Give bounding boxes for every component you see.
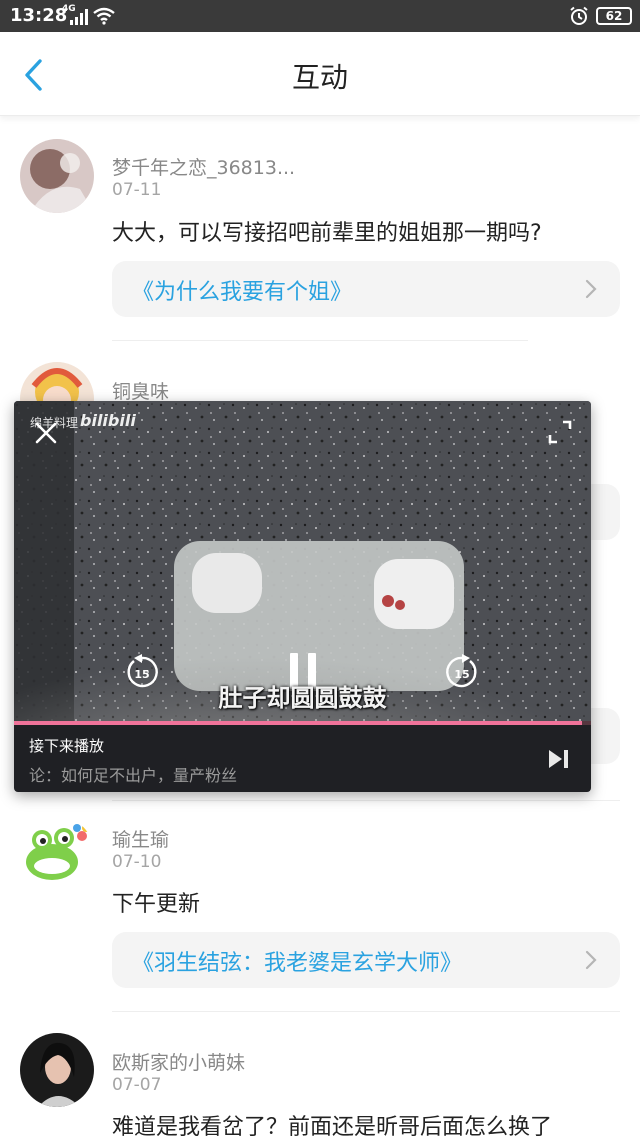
chevron-right-icon [585, 950, 597, 970]
bilibili-logo: bilibili [80, 411, 136, 430]
progress-bar[interactable] [14, 721, 591, 725]
divider [112, 800, 620, 801]
close-icon[interactable] [34, 421, 58, 445]
status-time: 13:28 [10, 5, 68, 26]
article-link-title: 《为什么我要有个姐》 [132, 280, 353, 305]
comment-author[interactable]: 欧斯家的小萌妹 [112, 1048, 245, 1075]
up-next-label: 接下来播放 [29, 737, 105, 755]
article-link-card[interactable]: 《为什么我要有个姐》 [112, 261, 620, 317]
video-subtitle: 肚子却圆圆鼓鼓 [218, 684, 387, 712]
signal-icon [70, 9, 88, 25]
fullscreen-icon[interactable] [547, 419, 573, 445]
comment-text: 难道是我看岔了？前面还是昕哥后面怎么换了 [112, 1115, 553, 1138]
divider [112, 340, 528, 341]
wifi-icon [93, 7, 115, 25]
comment-text: 大大，可以写接招吧前辈里的姐姐那一期吗? [112, 221, 542, 246]
battery-indicator: 62 [596, 7, 632, 25]
nav-bar: 互动 [0, 32, 640, 116]
comment-date: 07-07 [112, 1075, 162, 1095]
comment-date: 07-10 [112, 852, 162, 872]
progress-fill [14, 721, 583, 725]
article-link-title: 《羽生结弦：我老婆是玄学大师》 [132, 951, 463, 976]
comment-text: 下午更新 [112, 892, 201, 917]
comment-date: 07-11 [112, 180, 162, 200]
skip-next-icon[interactable] [547, 748, 571, 770]
avatar[interactable] [20, 816, 94, 890]
chevron-right-icon [585, 279, 597, 299]
alarm-icon [570, 6, 588, 25]
floating-video-player[interactable]: 绵羊料理 bilibili 15 15 肚子却圆圆鼓鼓 接下来播放 论：如何足不… [14, 401, 591, 792]
status-bar: 13:28 4G 62 [0, 0, 640, 32]
comment-author[interactable]: 梦千年之恋_36813... [112, 153, 295, 180]
comment-author[interactable]: 瑜生瑜 [112, 825, 169, 852]
avatar[interactable] [20, 1033, 94, 1107]
divider [112, 1011, 620, 1012]
article-link-card[interactable]: 《羽生结弦：我老婆是玄学大师》 [112, 932, 620, 988]
avatar[interactable] [20, 139, 94, 213]
page-title: 互动 [291, 61, 348, 94]
comment-author[interactable]: 铜臭味 [112, 377, 169, 404]
up-next-title[interactable]: 论：如何足不出户，量产粉丝 [29, 762, 237, 786]
